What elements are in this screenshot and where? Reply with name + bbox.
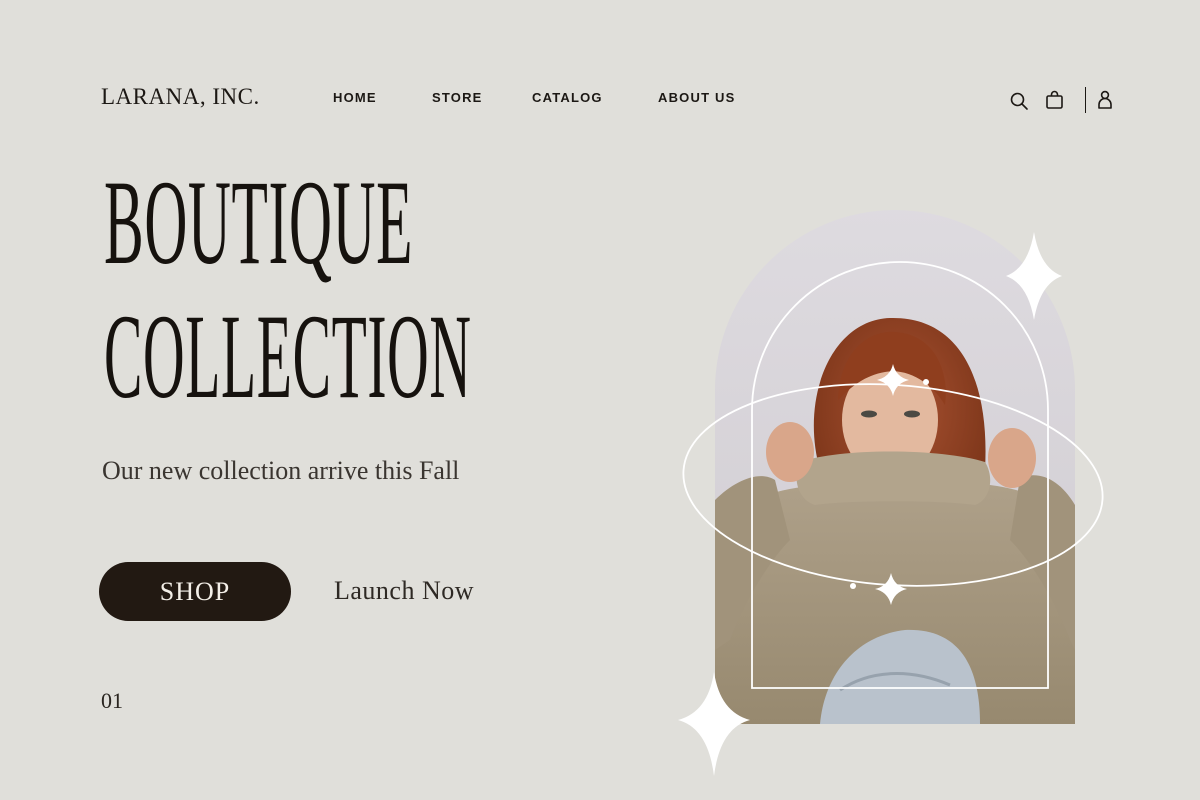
shopping-bag-icon[interactable] <box>1045 90 1065 110</box>
page-number: 01 <box>101 688 123 713</box>
hero-title-line-1: BOUTIQUE <box>104 154 414 290</box>
user-icon[interactable] <box>1096 90 1114 110</box>
nav-catalog[interactable]: CATALOG <box>532 90 603 105</box>
logo[interactable]: LARANA, INC. <box>101 84 260 110</box>
hero-subtitle: Our new collection arrive this Fall <box>102 456 460 485</box>
nav-home[interactable]: HOME <box>333 90 377 105</box>
nav-store[interactable]: STORE <box>432 90 483 105</box>
search-icon[interactable] <box>1009 91 1029 111</box>
hero-title-line-2: COLLECTION <box>104 288 472 424</box>
launch-now-link[interactable]: Launch Now <box>334 576 474 606</box>
header-divider <box>1085 87 1086 113</box>
nav-about-us[interactable]: ABOUT US <box>658 90 736 105</box>
shop-button[interactable]: SHOP <box>99 562 291 621</box>
